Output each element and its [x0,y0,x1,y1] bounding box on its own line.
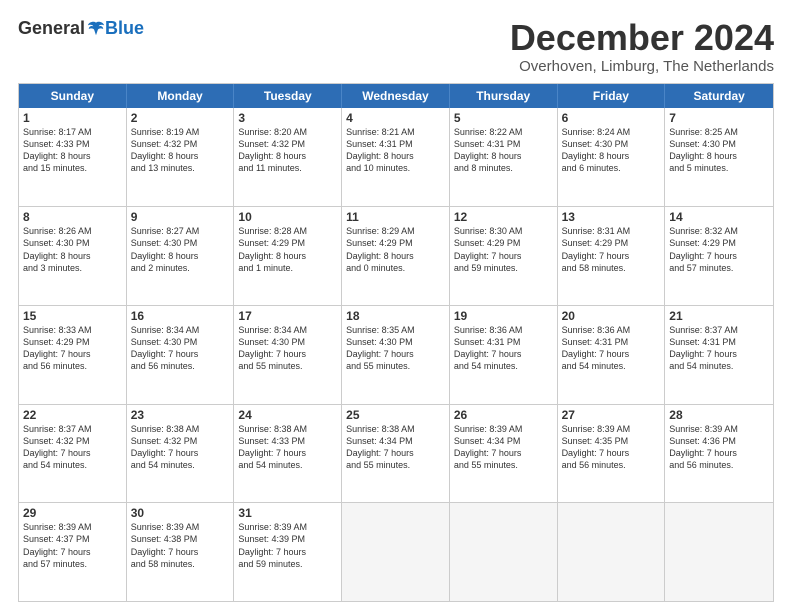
calendar-cell-5: 5Sunrise: 8:22 AMSunset: 4:31 PMDaylight… [450,108,558,207]
calendar-cell-empty [665,503,773,601]
calendar-cell-25: 25Sunrise: 8:38 AMSunset: 4:34 PMDayligh… [342,405,450,503]
header-monday: Monday [127,84,235,108]
calendar-cell-28: 28Sunrise: 8:39 AMSunset: 4:36 PMDayligh… [665,405,773,503]
calendar-cell-26: 26Sunrise: 8:39 AMSunset: 4:34 PMDayligh… [450,405,558,503]
calendar-cell-22: 22Sunrise: 8:37 AMSunset: 4:32 PMDayligh… [19,405,127,503]
calendar-cell-23: 23Sunrise: 8:38 AMSunset: 4:32 PMDayligh… [127,405,235,503]
calendar-cell-18: 18Sunrise: 8:35 AMSunset: 4:30 PMDayligh… [342,306,450,404]
calendar-cell-24: 24Sunrise: 8:38 AMSunset: 4:33 PMDayligh… [234,405,342,503]
calendar-cell-9: 9Sunrise: 8:27 AMSunset: 4:30 PMDaylight… [127,207,235,305]
calendar-body: 1Sunrise: 8:17 AMSunset: 4:33 PMDaylight… [19,108,773,601]
calendar-cell-17: 17Sunrise: 8:34 AMSunset: 4:30 PMDayligh… [234,306,342,404]
header-saturday: Saturday [665,84,773,108]
calendar-cell-31: 31Sunrise: 8:39 AMSunset: 4:39 PMDayligh… [234,503,342,601]
calendar-cell-4: 4Sunrise: 8:21 AMSunset: 4:31 PMDaylight… [342,108,450,207]
logo-general: General [18,18,85,39]
calendar-cell-7: 7Sunrise: 8:25 AMSunset: 4:30 PMDaylight… [665,108,773,207]
calendar-cell-29: 29Sunrise: 8:39 AMSunset: 4:37 PMDayligh… [19,503,127,601]
header-sunday: Sunday [19,84,127,108]
calendar-row-4: 29Sunrise: 8:39 AMSunset: 4:37 PMDayligh… [19,502,773,601]
calendar-cell-19: 19Sunrise: 8:36 AMSunset: 4:31 PMDayligh… [450,306,558,404]
calendar-cell-12: 12Sunrise: 8:30 AMSunset: 4:29 PMDayligh… [450,207,558,305]
header-tuesday: Tuesday [234,84,342,108]
calendar-cell-10: 10Sunrise: 8:28 AMSunset: 4:29 PMDayligh… [234,207,342,305]
calendar-cell-20: 20Sunrise: 8:36 AMSunset: 4:31 PMDayligh… [558,306,666,404]
calendar-cell-21: 21Sunrise: 8:37 AMSunset: 4:31 PMDayligh… [665,306,773,404]
calendar: Sunday Monday Tuesday Wednesday Thursday… [18,83,774,602]
calendar-cell-empty [342,503,450,601]
calendar-cell-11: 11Sunrise: 8:29 AMSunset: 4:29 PMDayligh… [342,207,450,305]
calendar-cell-1: 1Sunrise: 8:17 AMSunset: 4:33 PMDaylight… [19,108,127,207]
calendar-row-2: 15Sunrise: 8:33 AMSunset: 4:29 PMDayligh… [19,305,773,404]
calendar-row-1: 8Sunrise: 8:26 AMSunset: 4:30 PMDaylight… [19,206,773,305]
calendar-cell-30: 30Sunrise: 8:39 AMSunset: 4:38 PMDayligh… [127,503,235,601]
header: General Blue December 2024 Overhoven, Li… [18,18,774,75]
calendar-cell-8: 8Sunrise: 8:26 AMSunset: 4:30 PMDaylight… [19,207,127,305]
page: General Blue December 2024 Overhoven, Li… [0,0,792,612]
title-block: December 2024 Overhoven, Limburg, The Ne… [510,18,774,75]
calendar-cell-6: 6Sunrise: 8:24 AMSunset: 4:30 PMDaylight… [558,108,666,207]
calendar-cell-13: 13Sunrise: 8:31 AMSunset: 4:29 PMDayligh… [558,207,666,305]
logo-blue: Blue [105,18,144,39]
calendar-cell-14: 14Sunrise: 8:32 AMSunset: 4:29 PMDayligh… [665,207,773,305]
calendar-cell-2: 2Sunrise: 8:19 AMSunset: 4:32 PMDaylight… [127,108,235,207]
calendar-cell-27: 27Sunrise: 8:39 AMSunset: 4:35 PMDayligh… [558,405,666,503]
header-wednesday: Wednesday [342,84,450,108]
location: Overhoven, Limburg, The Netherlands [510,58,774,75]
calendar-cell-16: 16Sunrise: 8:34 AMSunset: 4:30 PMDayligh… [127,306,235,404]
header-friday: Friday [558,84,666,108]
calendar-cell-empty [450,503,558,601]
header-thursday: Thursday [450,84,558,108]
logo: General Blue [18,18,144,39]
calendar-cell-15: 15Sunrise: 8:33 AMSunset: 4:29 PMDayligh… [19,306,127,404]
calendar-cell-3: 3Sunrise: 8:20 AMSunset: 4:32 PMDaylight… [234,108,342,207]
calendar-header: Sunday Monday Tuesday Wednesday Thursday… [19,84,773,108]
calendar-row-3: 22Sunrise: 8:37 AMSunset: 4:32 PMDayligh… [19,404,773,503]
month-title: December 2024 [510,18,774,58]
logo-bird-icon [87,20,105,38]
calendar-cell-empty [558,503,666,601]
logo-text: General Blue [18,18,144,39]
calendar-row-0: 1Sunrise: 8:17 AMSunset: 4:33 PMDaylight… [19,108,773,207]
